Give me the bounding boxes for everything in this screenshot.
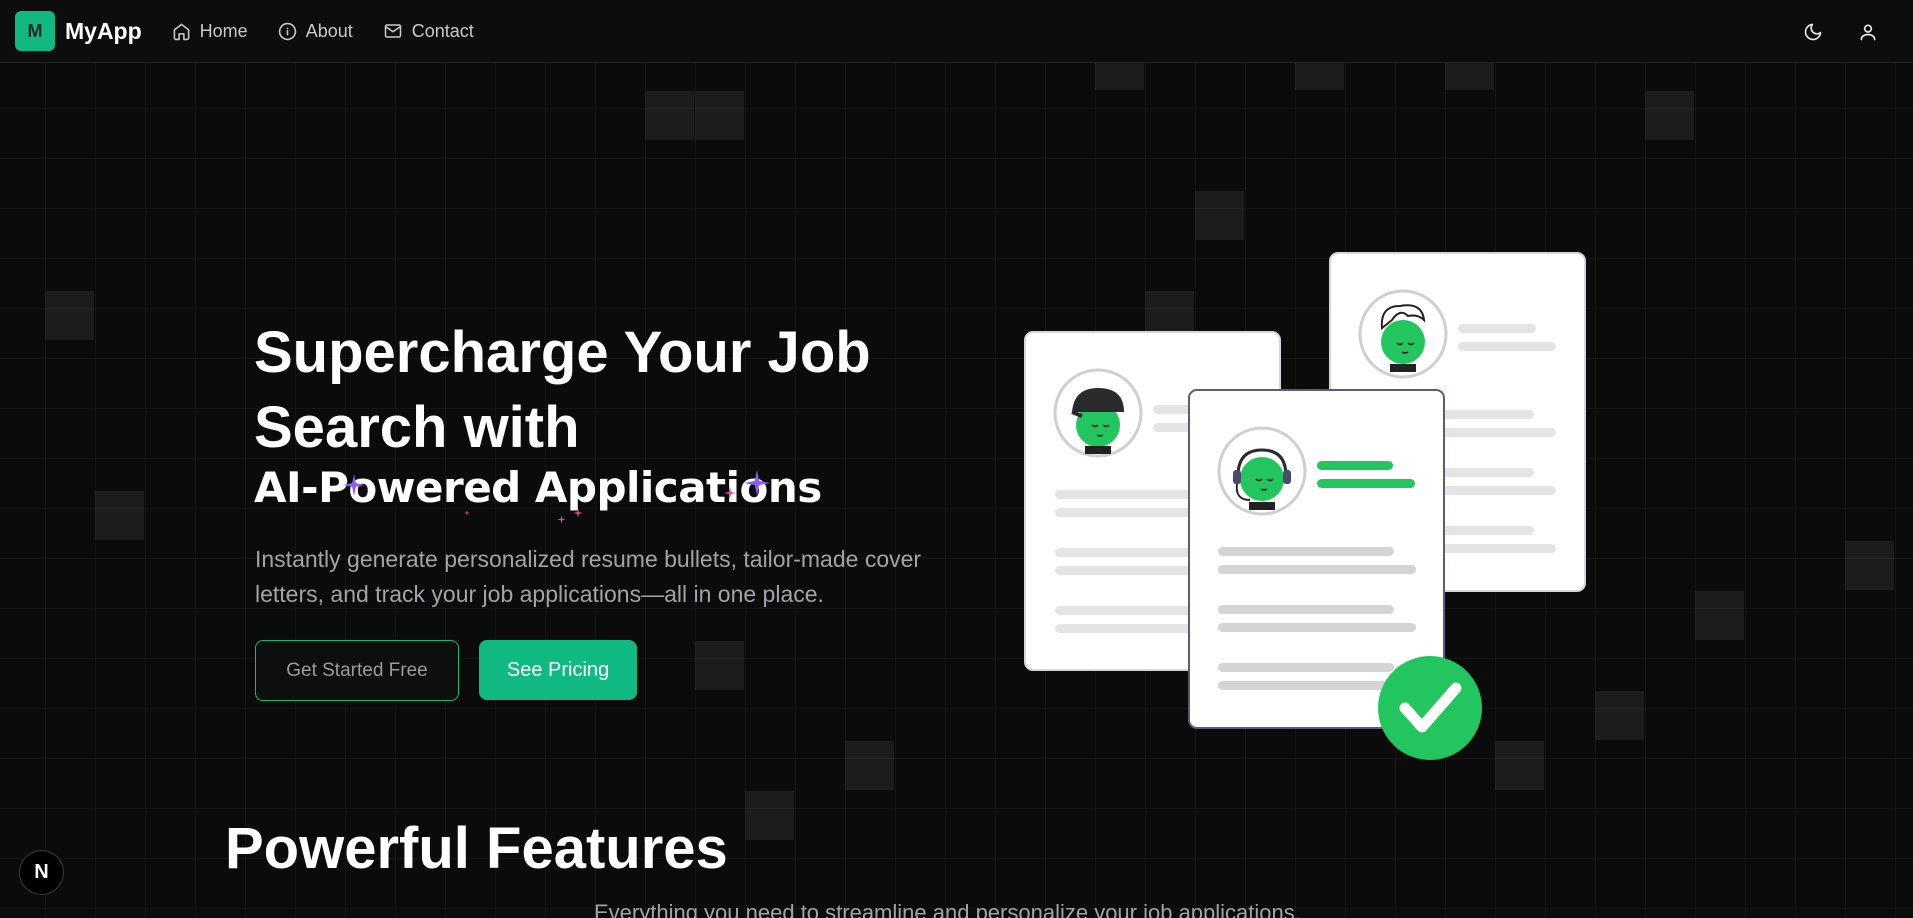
resume-illustration xyxy=(1024,252,1586,760)
grid-highlight xyxy=(1595,691,1644,740)
features-title: Powerful Features xyxy=(225,816,728,881)
check-badge-icon xyxy=(1378,656,1482,760)
grid-highlight xyxy=(1195,191,1244,240)
user-menu-button[interactable] xyxy=(1853,17,1883,47)
grid-highlight xyxy=(1645,91,1694,140)
sparkle-icon xyxy=(557,515,566,524)
grid-highlight xyxy=(95,491,144,540)
grid-highlight xyxy=(695,641,744,690)
brand-name[interactable]: MyApp xyxy=(65,18,142,45)
get-started-button[interactable]: Get Started Free xyxy=(255,640,459,701)
brand-logo[interactable]: M xyxy=(15,11,55,51)
top-navbar: M MyApp Home About Contact xyxy=(0,0,1913,63)
grid-highlight xyxy=(745,791,794,840)
moon-icon xyxy=(1804,23,1822,40)
hero-title: Supercharge Your Job Search with xyxy=(254,320,871,460)
grid-highlight xyxy=(1845,541,1894,590)
home-icon xyxy=(173,23,190,40)
mail-icon xyxy=(384,24,401,38)
sparkle-icon xyxy=(464,510,470,516)
nav-right-actions xyxy=(1773,0,1883,63)
grid-highlight xyxy=(45,291,94,340)
grid-highlight xyxy=(1695,591,1744,640)
info-icon xyxy=(278,22,296,40)
features-subtitle: Everything you need to streamline and pe… xyxy=(594,900,1301,918)
nav-links: Home About Contact xyxy=(172,21,504,42)
sparkle-icon xyxy=(724,487,736,499)
nav-link-label: Home xyxy=(199,20,248,41)
grid-highlight xyxy=(645,91,694,140)
dev-indicator-button[interactable]: N xyxy=(19,850,64,895)
nav-link-contact[interactable]: Contact xyxy=(383,21,474,42)
nav-link-label: About xyxy=(305,20,353,41)
hero-description: Instantly generate personalized resume b… xyxy=(255,546,922,607)
user-icon xyxy=(1860,24,1876,40)
grid-highlight xyxy=(695,91,744,140)
nav-link-about[interactable]: About xyxy=(278,21,353,42)
nav-link-label: Contact xyxy=(411,20,474,41)
sparkle-icon xyxy=(343,474,365,496)
sparkle-icon xyxy=(744,470,770,496)
see-pricing-button[interactable]: See Pricing xyxy=(479,640,637,700)
brand[interactable]: M MyApp xyxy=(15,11,142,51)
grid-highlight xyxy=(845,741,894,790)
sparkle-icon xyxy=(573,508,583,518)
nav-link-home[interactable]: Home xyxy=(172,21,248,42)
theme-toggle-button[interactable] xyxy=(1798,17,1828,47)
